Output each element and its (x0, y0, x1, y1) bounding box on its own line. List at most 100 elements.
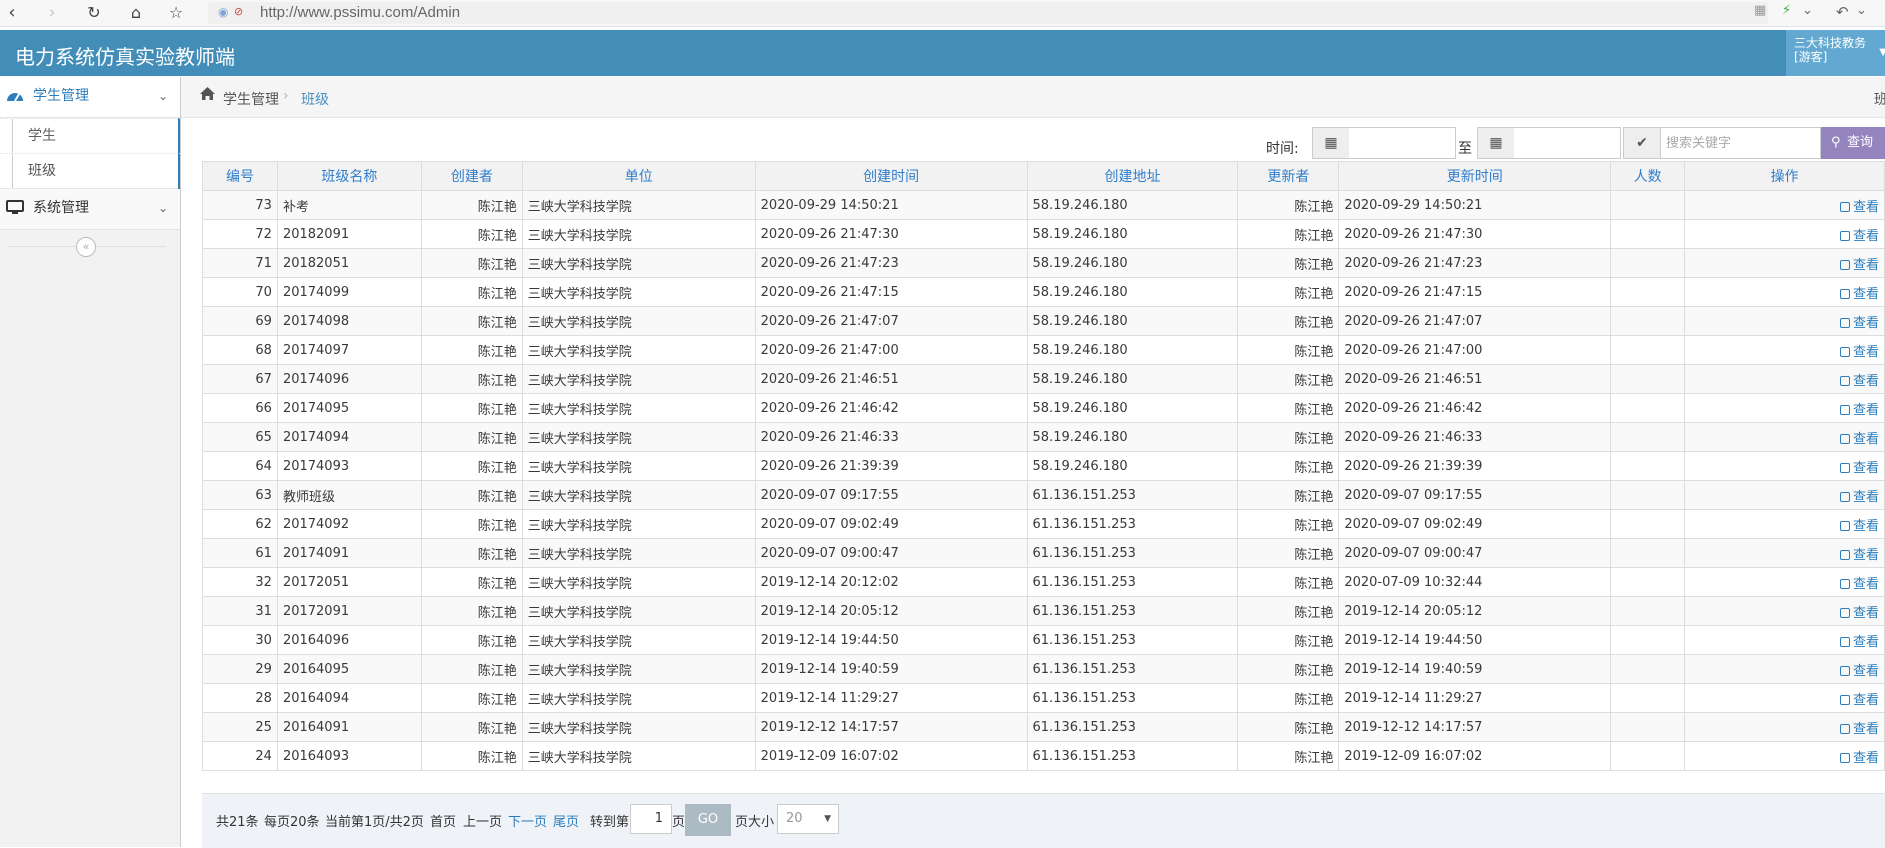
view-link[interactable]: 查看 (1839, 489, 1879, 505)
sidebar-item-students[interactable]: 学生 (0, 118, 180, 153)
chevron-down-icon[interactable]: ⌄ (1856, 3, 1867, 18)
view-link[interactable]: 查看 (1839, 258, 1879, 273)
view-link[interactable]: 查看 (1839, 461, 1879, 476)
lightning-icon[interactable]: ⚡ (1782, 3, 1791, 18)
check-icon[interactable]: ✔ (1623, 127, 1661, 159)
start-date-input[interactable] (1349, 127, 1456, 159)
view-link[interactable]: 查看 (1839, 200, 1879, 215)
page-size-select[interactable]: 20 ▼ (777, 804, 839, 834)
grid-icon[interactable]: ▦ (1754, 3, 1766, 18)
goto-page-input[interactable]: 1 (630, 804, 672, 834)
sidebar-item-classes[interactable]: 班级 (0, 153, 180, 188)
view-link[interactable]: 查看 (1839, 345, 1879, 360)
view-link-label: 查看 (1852, 489, 1879, 505)
cell-id: 64 (202, 451, 278, 481)
search-button-label: 查询 (1847, 135, 1874, 150)
home-icon[interactable] (199, 86, 216, 105)
search-button[interactable]: ⚲ 查询 (1821, 127, 1885, 159)
edit-icon (1839, 462, 1850, 473)
cell-id: 67 (202, 364, 278, 394)
cell-actions: 查看 (1684, 306, 1885, 336)
cell-actions: 查看 (1684, 277, 1885, 307)
cell-id: 30 (202, 625, 278, 655)
view-link[interactable]: 查看 (1839, 316, 1879, 331)
chevron-down-icon[interactable]: ⌄ (1802, 3, 1813, 18)
cell-count (1610, 741, 1686, 771)
view-link-label: 查看 (1852, 750, 1879, 766)
cell-actions: 查看 (1684, 451, 1885, 481)
view-link[interactable]: 查看 (1839, 228, 1879, 244)
last-page-link[interactable]: 尾页 (553, 811, 579, 830)
table-row: 31 20172091 陈江艳 三峡大学科技学院 2019-12-14 20:05:12… (202, 596, 1885, 626)
cell-created-ip: 58.19.246.180 (1026, 393, 1239, 423)
browser-toolbar: ‹ › ↻ ⌂ ☆ ◉ ⊘ http://www.pssimu.com/Admi… (0, 0, 1885, 27)
view-link[interactable]: 查看 (1839, 547, 1879, 563)
home-icon[interactable]: ⌂ (124, 2, 148, 24)
view-link[interactable]: 查看 (1839, 750, 1879, 766)
cell-updated-at: 2020-09-26 21:47:30 (1338, 219, 1612, 249)
sidebar-item-system-management[interactable]: 系统管理 ⌄ (0, 189, 180, 230)
cell-count (1610, 393, 1686, 423)
prev-page-link[interactable]: 上一页 (463, 811, 502, 830)
breadcrumb-item[interactable]: 学生管理 (223, 89, 279, 109)
cell-created-ip: 61.136.151.253 (1026, 741, 1239, 771)
cell-creator: 陈江艳 (420, 422, 523, 452)
table-row: 71 20182051 陈江艳 三峡大学科技学院 2020-09-26 21:47:23… (202, 248, 1885, 278)
sidebar-collapse-button[interactable]: « (76, 237, 96, 257)
cell-created-ip: 58.19.246.180 (1026, 364, 1239, 394)
view-link[interactable]: 查看 (1839, 403, 1879, 418)
cell-count (1610, 683, 1686, 713)
cell-class-name: 20182051 (276, 248, 422, 278)
calendar-icon[interactable]: ▦ (1312, 127, 1350, 159)
view-link[interactable]: 查看 (1839, 722, 1879, 737)
view-link[interactable]: 查看 (1839, 635, 1879, 650)
forward-arrow-icon[interactable]: › (40, 2, 64, 24)
sidebar-item-student-management[interactable]: 学生管理 ⌄ (0, 77, 180, 118)
first-page-link[interactable]: 首页 (430, 811, 456, 830)
view-link[interactable]: 查看 (1839, 287, 1879, 302)
cell-updater: 陈江艳 (1237, 509, 1340, 539)
cell-updater: 陈江艳 (1237, 567, 1340, 597)
breadcrumb-separator: › (283, 88, 289, 104)
edit-icon (1839, 636, 1850, 647)
cell-updater: 陈江艳 (1237, 306, 1340, 336)
cell-count (1610, 625, 1686, 655)
reload-icon[interactable]: ↻ (82, 2, 106, 24)
user-menu[interactable]: 三大科技教务 [游客] ▼ (1786, 30, 1885, 76)
view-link[interactable]: 查看 (1839, 664, 1879, 679)
view-link-label: 查看 (1852, 547, 1879, 563)
view-link[interactable]: 查看 (1839, 577, 1879, 592)
view-link[interactable]: 查看 (1839, 374, 1879, 389)
page-size-label: 页大小 (735, 815, 775, 830)
cell-id: 31 (202, 596, 278, 626)
view-link[interactable]: 查看 (1839, 693, 1879, 708)
back-arrow-icon[interactable]: ‹ (0, 2, 24, 24)
cell-created-at: 2019-12-14 20:05:12 (754, 596, 1028, 626)
cell-actions: 查看 (1684, 625, 1885, 655)
cell-id: 29 (202, 654, 278, 684)
calendar-icon[interactable]: ▦ (1477, 127, 1515, 159)
cell-updater: 陈江艳 (1237, 712, 1340, 742)
star-icon[interactable]: ☆ (164, 2, 188, 24)
end-date-input[interactable] (1514, 127, 1621, 159)
cell-created-ip: 61.136.151.253 (1026, 596, 1239, 626)
keyword-search-input[interactable] (1661, 127, 1821, 159)
url-text: http://www.pssimu.com/Admin (260, 4, 461, 21)
view-link[interactable]: 查看 (1839, 519, 1879, 534)
next-page-link[interactable]: 下一页 (508, 811, 547, 830)
address-bar[interactable]: ◉ ⊘ http://www.pssimu.com/Admin (208, 2, 1768, 24)
go-button[interactable]: GO (685, 804, 731, 836)
cell-unit: 三峡大学科技学院 (521, 683, 756, 713)
cell-updater: 陈江艳 (1237, 190, 1340, 220)
class-table: 编号 班级名称 创建者 单位 创建时间 创建地址 更新者 更新时间 人数 操作 73 补考 陈江艳 三峡… (202, 161, 1885, 771)
view-link[interactable]: 查看 (1839, 432, 1879, 447)
undo-icon[interactable]: ↶ (1836, 3, 1849, 21)
goto-label: 转到第 (590, 815, 630, 830)
site-info-icon[interactable]: ◉ (218, 5, 228, 19)
view-link-label: 查看 (1852, 228, 1879, 244)
time-label: 时间: (1266, 141, 1299, 157)
chevron-down-icon: ⌄ (157, 89, 168, 103)
class-table-wrap: 编号 班级名称 创建者 单位 创建时间 创建地址 更新者 更新时间 人数 操作 73 补考 陈江艳 三峡… (202, 161, 1885, 771)
cell-updated-at: 2019-12-12 14:17:57 (1338, 712, 1612, 742)
view-link[interactable]: 查看 (1839, 606, 1879, 621)
